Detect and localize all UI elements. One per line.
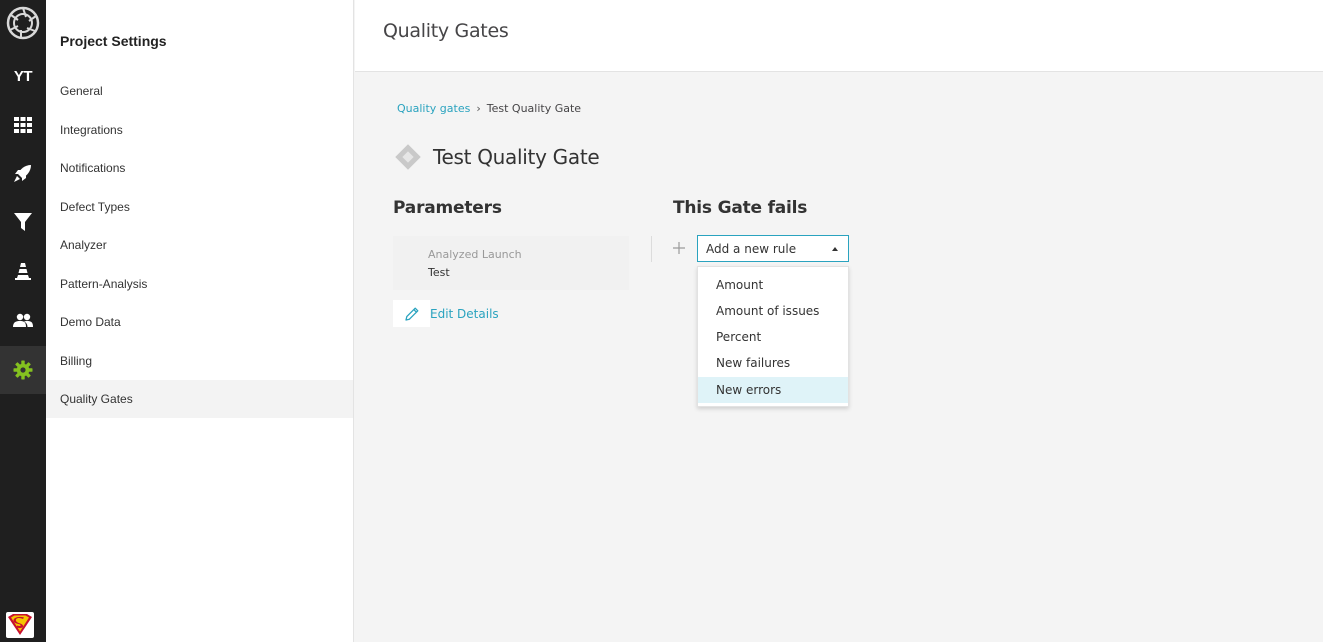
pencil-icon: [393, 300, 430, 327]
quality-gate-diamond-icon: [393, 142, 423, 172]
add-rule-plus-icon[interactable]: [671, 240, 687, 256]
sidebar-item-notifications[interactable]: Notifications: [46, 149, 353, 187]
sidebar-item-demo-data[interactable]: Demo Data: [46, 303, 353, 341]
icon-rail: YT: [0, 0, 46, 642]
sidebar-item-pattern-analysis[interactable]: Pattern-Analysis: [46, 265, 353, 303]
edit-details-button[interactable]: Edit Details: [393, 300, 499, 327]
column-divider: [651, 236, 652, 262]
dashboard-grid-icon[interactable]: [0, 101, 46, 149]
breadcrumb: Quality gates › Test Quality Gate: [397, 102, 581, 115]
caret-up-icon: [832, 247, 838, 251]
rule-option-new-failures[interactable]: New failures: [698, 350, 848, 376]
filters-funnel-icon[interactable]: [0, 198, 46, 246]
breadcrumb-link-quality-gates[interactable]: Quality gates: [397, 102, 470, 115]
sidebar-item-general[interactable]: General: [46, 72, 353, 110]
project-initials: YT: [13, 67, 33, 85]
settings-gear-icon[interactable]: [0, 346, 46, 394]
add-rule-select-value: Add a new rule: [706, 241, 797, 256]
members-icon[interactable]: [0, 296, 46, 344]
user-avatar[interactable]: [6, 612, 34, 638]
parameter-value: Test: [428, 266, 450, 279]
sidebar-item-quality-gates[interactable]: Quality Gates: [46, 380, 353, 418]
project-avatar-yt[interactable]: YT: [0, 52, 46, 100]
sidebar-item-billing[interactable]: Billing: [46, 342, 353, 380]
rule-option-new-errors[interactable]: New errors: [698, 377, 848, 403]
page-header: Quality Gates: [355, 0, 1323, 72]
parameters-heading: Parameters: [393, 198, 502, 218]
sidebar-item-defect-types[interactable]: Defect Types: [46, 188, 353, 226]
rule-options-dropdown: Amount Amount of issues Percent New fail…: [697, 266, 849, 407]
gate-fails-heading: This Gate fails: [673, 198, 808, 218]
parameter-label: Analyzed Launch: [428, 248, 522, 261]
breadcrumb-current: Test Quality Gate: [486, 102, 582, 115]
page-title: Quality Gates: [383, 20, 509, 42]
sidebar-item-analyzer[interactable]: Analyzer: [46, 226, 353, 264]
app-logo-icon[interactable]: [0, 0, 46, 46]
app-root: YT Project Settings General Integrations…: [0, 0, 1323, 642]
launches-rocket-icon[interactable]: [0, 149, 46, 197]
sidebar-item-integrations[interactable]: Integrations: [46, 111, 353, 149]
add-rule-select[interactable]: Add a new rule: [697, 235, 849, 262]
debug-cone-icon[interactable]: [0, 247, 46, 295]
main-content: Quality Gates Quality gates › Test Quali…: [355, 0, 1323, 642]
rule-option-percent[interactable]: Percent: [698, 324, 848, 350]
gate-title: Test Quality Gate: [433, 145, 600, 169]
rule-option-amount[interactable]: Amount: [698, 272, 848, 298]
settings-sidebar: Project Settings General Integrations No…: [46, 0, 354, 642]
parameter-card: Analyzed Launch Test: [393, 236, 629, 290]
gate-heading: Test Quality Gate: [393, 142, 600, 172]
edit-details-label: Edit Details: [430, 306, 499, 321]
breadcrumb-separator: ›: [476, 102, 481, 115]
rule-option-amount-of-issues[interactable]: Amount of issues: [698, 298, 848, 324]
sidebar-title: Project Settings: [60, 33, 167, 49]
